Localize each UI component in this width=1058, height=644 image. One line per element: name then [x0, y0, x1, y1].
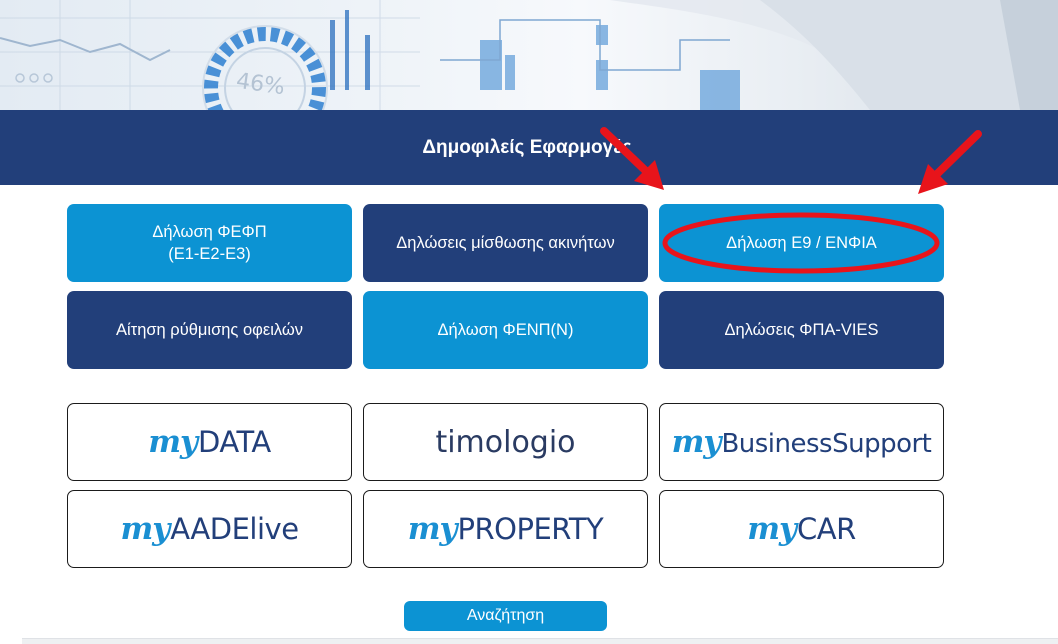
tile-lease-declarations[interactable]: Δηλώσεις μίσθωσης ακινήτων: [363, 204, 648, 282]
tile-label: Δηλώσεις μίσθωσης ακινήτων: [396, 234, 615, 252]
hero-illustration: [0, 0, 1058, 110]
tile-fefp-declaration[interactable]: Δήλωση ΦΕΦΠ (Ε1-Ε2-Ε3): [67, 204, 352, 282]
myaadelive-logo: my AADElive: [120, 511, 299, 547]
tile-e9-enfia-declaration[interactable]: Δήλωση Ε9 / ΕΝΦΙΑ: [659, 204, 944, 282]
search-button[interactable]: Αναζήτηση: [404, 601, 607, 631]
hero-banner: 46%: [0, 0, 1058, 110]
tile-label: Δηλώσεις ΦΠΑ-VIES: [724, 321, 879, 339]
search-button-label: Αναζήτηση: [466, 607, 545, 624]
tile-label: Δήλωση Ε9 / ΕΝΦΙΑ: [726, 234, 877, 252]
tile-label: Δήλωση ΦΕΦΠ (Ε1-Ε2-Ε3): [152, 223, 267, 263]
popular-apps-header: Δημοφιλείς Εφαρμογές: [0, 110, 1058, 185]
myaadelive-link[interactable]: my AADElive: [67, 490, 352, 568]
mydata-link[interactable]: my DATA: [67, 403, 352, 481]
myproperty-link[interactable]: my PROPERTY: [363, 490, 648, 568]
tile-label: Δήλωση ΦΕΝΠ(Ν): [437, 321, 574, 339]
mydata-logo: my DATA: [148, 424, 271, 460]
myproperty-logo: my PROPERTY: [407, 511, 604, 547]
mycar-link[interactable]: my CAR: [659, 490, 944, 568]
tile-fenp-declaration[interactable]: Δήλωση ΦΕΝΠ(Ν): [363, 291, 648, 369]
timologio-link[interactable]: timologio: [363, 403, 648, 481]
tile-debt-settlement-request[interactable]: Αίτηση ρύθμισης οφειλών: [67, 291, 352, 369]
mycar-logo: my CAR: [747, 511, 856, 547]
mybusinesssupport-logo: my BusinessSupport: [671, 424, 932, 460]
mybusinesssupport-link[interactable]: my BusinessSupport: [659, 403, 944, 481]
footer-divider: [22, 638, 1058, 644]
timologio-logo: timologio: [435, 424, 576, 460]
tile-vat-vies-declarations[interactable]: Δηλώσεις ΦΠΑ-VIES: [659, 291, 944, 369]
tile-label: Αίτηση ρύθμισης οφειλών: [116, 321, 303, 339]
section-title: Δημοφιλείς Εφαρμογές: [422, 136, 632, 158]
